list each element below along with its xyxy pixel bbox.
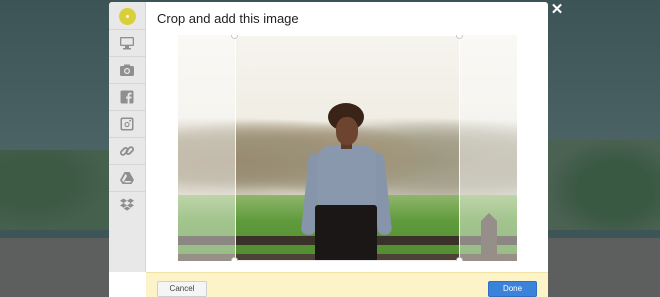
source-google-drive[interactable] — [109, 164, 145, 191]
monitor-icon — [120, 37, 134, 50]
cancel-button[interactable]: Cancel — [157, 281, 207, 297]
done-button[interactable]: Done — [488, 281, 537, 297]
crop-handle-bottom-left[interactable] — [231, 257, 238, 261]
crop-handle-bottom-right[interactable] — [456, 257, 463, 261]
source-facebook[interactable] — [109, 83, 145, 110]
crop-dim-left — [178, 35, 235, 261]
source-sidebar — [109, 2, 146, 272]
modal-title: Crop and add this image — [157, 11, 299, 26]
link-icon — [119, 146, 135, 156]
camera-icon — [120, 64, 134, 76]
source-instagram[interactable] — [109, 110, 145, 137]
source-camera[interactable] — [109, 56, 145, 83]
source-link[interactable] — [109, 137, 145, 164]
crop-modal: Crop and add this image Cancel Done — [109, 2, 548, 297]
source-computer[interactable] — [109, 29, 145, 56]
google-drive-icon — [120, 172, 134, 184]
facebook-icon — [120, 90, 134, 104]
source-dropbox[interactable] — [109, 191, 145, 218]
modal-footer: Cancel Done — [146, 272, 548, 297]
crop-dim-right — [460, 35, 517, 261]
dropbox-icon — [120, 198, 134, 211]
instagram-icon — [120, 117, 134, 131]
crop-selection[interactable] — [235, 35, 460, 261]
crop-area[interactable] — [178, 35, 517, 261]
source-list — [109, 29, 145, 218]
close-icon[interactable]: ✕ — [550, 2, 564, 17]
logo-icon — [119, 8, 136, 25]
